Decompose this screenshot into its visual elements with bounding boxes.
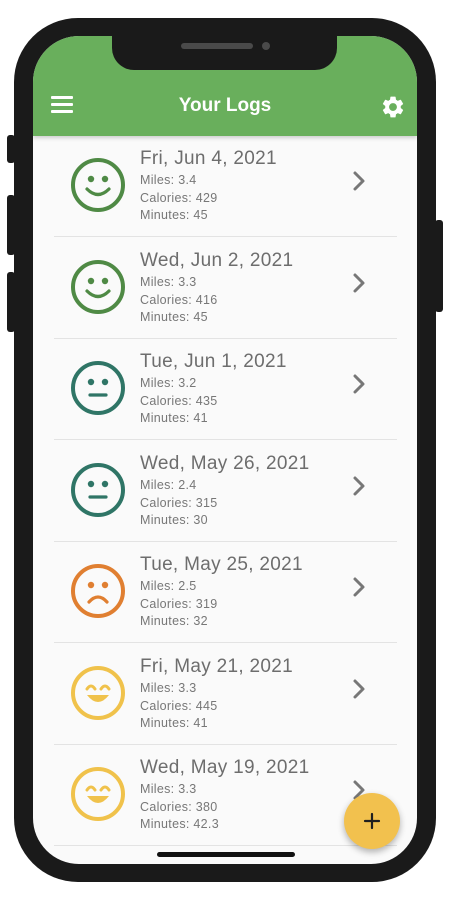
log-miles: Miles: 3.3 xyxy=(140,782,197,796)
log-calories: Calories: 319 xyxy=(140,597,218,611)
log-date: Tue, Jun 1, 2021 xyxy=(140,351,287,372)
log-miles: Miles: 3.3 xyxy=(140,274,197,289)
mood-neutral-face-icon xyxy=(70,462,126,518)
home-indicator xyxy=(157,852,295,857)
log-calories: Calories: 416 xyxy=(140,292,218,307)
log-date: Wed, Jun 2, 2021 xyxy=(140,249,294,271)
log-date: Fri, Jun 4, 2021 xyxy=(140,148,277,169)
log-minutes: Minutes: 45 xyxy=(140,208,208,222)
chevron-right-icon[interactable] xyxy=(350,575,368,599)
log-calories: Calories: 380 xyxy=(140,800,218,814)
speaker-grille xyxy=(181,43,253,49)
log-date: Wed, May 26, 2021 xyxy=(140,452,310,474)
mood-joyful-face-icon xyxy=(70,766,126,822)
mood-happy-face-icon xyxy=(70,259,126,315)
log-calories: Calories: 435 xyxy=(140,394,218,408)
log-calories: Calories: 429 xyxy=(140,191,218,205)
chevron-right-icon[interactable] xyxy=(350,677,368,701)
log-calories: Calories: 315 xyxy=(140,495,218,510)
phone-side-button xyxy=(7,135,15,163)
mood-neutral-face-icon xyxy=(70,360,126,416)
log-list-item[interactable]: Tue, May 25, 2021 Miles: 2.5 Calories: 319… xyxy=(54,542,397,643)
log-calories: Calories: 445 xyxy=(140,698,218,713)
phone-power-button xyxy=(435,220,443,312)
log-miles: Miles: 2.4 xyxy=(140,477,197,492)
mood-sad-face-icon xyxy=(70,563,126,619)
plus-icon xyxy=(363,812,381,830)
log-minutes: Minutes: 41 xyxy=(140,411,208,425)
log-list-item[interactable]: Wed, May 26, 2021 Miles: 2.4 Calories: 315… xyxy=(54,441,397,542)
log-minutes: Minutes: 32 xyxy=(140,614,208,628)
log-minutes: Minutes: 42.3 xyxy=(140,817,219,831)
notch xyxy=(112,36,337,70)
log-miles: Miles: 3.4 xyxy=(140,173,197,187)
log-miles: Miles: 3.2 xyxy=(140,376,197,390)
front-camera xyxy=(262,42,270,50)
log-date: Wed, May 19, 2021 xyxy=(140,757,310,778)
log-list-item[interactable]: Fri, Jun 4, 2021 Miles: 3.4 Calories: 429 M… xyxy=(54,136,397,237)
phone-volume-up-button xyxy=(7,195,15,255)
chevron-right-icon[interactable] xyxy=(350,474,368,498)
add-log-button[interactable] xyxy=(344,793,400,849)
chevron-right-icon[interactable] xyxy=(350,372,368,396)
phone-volume-down-button xyxy=(7,272,15,332)
log-miles: Miles: 3.3 xyxy=(140,680,197,695)
log-minutes: Minutes: 45 xyxy=(140,309,208,324)
list-divider xyxy=(54,845,397,846)
log-miles: Miles: 2.5 xyxy=(140,579,197,593)
page-title: Your Logs xyxy=(178,95,272,116)
gear-icon[interactable] xyxy=(380,94,406,120)
log-minutes: Minutes: 30 xyxy=(140,512,208,527)
log-list: Fri, Jun 4, 2021 Miles: 3.4 Calories: 429 M… xyxy=(33,136,417,864)
app-screen: Your Logs Fri, Jun 4, 2021 Miles: 3.4 Calo… xyxy=(33,36,417,864)
log-list-item[interactable]: Tue, Jun 1, 2021 Miles: 3.2 Calories: 435 M… xyxy=(54,339,397,440)
chevron-right-icon[interactable] xyxy=(350,169,368,193)
log-minutes: Minutes: 41 xyxy=(140,715,208,730)
mood-happy-face-icon xyxy=(70,157,126,213)
log-list-item[interactable]: Fri, May 21, 2021 Miles: 3.3 Calories: 445… xyxy=(54,644,397,745)
chevron-right-icon[interactable] xyxy=(350,271,368,295)
mood-joyful-face-icon xyxy=(70,665,126,721)
log-list-item[interactable]: Wed, Jun 2, 2021 Miles: 3.3 Calories: 416 M… xyxy=(54,238,397,339)
log-date: Tue, May 25, 2021 xyxy=(140,554,303,575)
log-date: Fri, May 21, 2021 xyxy=(140,655,293,677)
